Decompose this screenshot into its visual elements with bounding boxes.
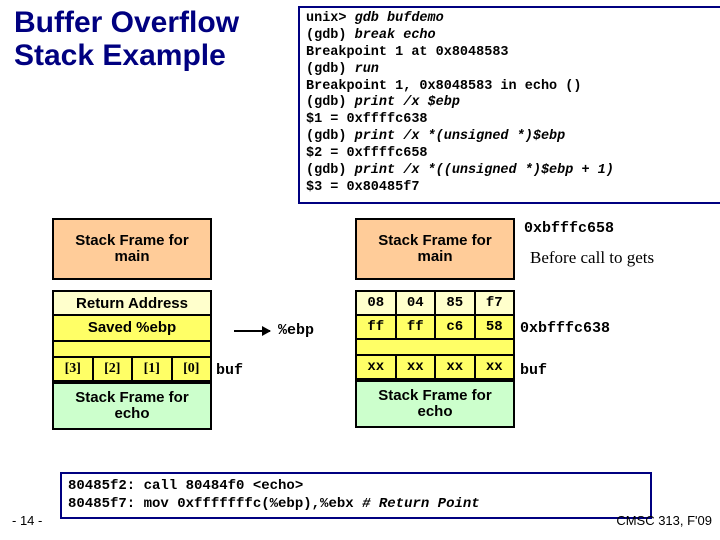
t: unix> [306, 11, 355, 26]
addr-ebp: 0xbfffc638 [520, 320, 610, 337]
ebp-label: %ebp [278, 322, 314, 339]
t: (gdb) [306, 28, 355, 43]
idx: [2] [92, 356, 132, 382]
page-number: - 14 - [12, 513, 42, 528]
gap-r [355, 340, 515, 354]
t: (gdb) [306, 129, 355, 144]
ret-bytes: 08 04 85 f7 [355, 290, 515, 316]
asm-line: 80485f2: call 80484f0 <echo> [68, 478, 644, 496]
b: f7 [474, 290, 516, 316]
b: 04 [395, 290, 435, 316]
t: gdb bufdemo [355, 11, 444, 26]
t: Breakpoint 1, 0x8048583 in echo () [306, 79, 714, 96]
asm-line: 80485f7: mov 0xfffffffc(%ebp),%ebx [68, 496, 362, 512]
b: 58 [474, 314, 516, 340]
t: $2 = 0xffffc658 [306, 146, 714, 163]
b: ff [395, 314, 435, 340]
t: $1 = 0xffffc638 [306, 112, 714, 129]
b: xx [434, 354, 474, 380]
buf-label-left: buf [216, 362, 243, 379]
gdb-session-box: unix> gdb bufdemo (gdb) break echo Break… [298, 6, 720, 204]
frame-main-r: Stack Frame for main [355, 218, 515, 280]
t: Stack Frame for main [359, 233, 511, 265]
t: Stack Frame for main [56, 233, 208, 265]
t: $3 = 0x80485f7 [306, 180, 714, 197]
b: ff [355, 314, 395, 340]
return-address: Return Address [52, 290, 212, 316]
before-label: Before call to gets [530, 248, 654, 268]
frame-main: Stack Frame for main [52, 218, 212, 280]
b: c6 [434, 314, 474, 340]
buf-row: [3] [2] [1] [0] [52, 356, 212, 382]
t: (gdb) [306, 95, 355, 110]
idx: [1] [131, 356, 171, 382]
t: run [355, 62, 379, 77]
idx: [3] [52, 356, 92, 382]
stack-right: Stack Frame for main 08 04 85 f7 ff ff c… [355, 218, 515, 428]
t: Stack Frame for echo [56, 390, 208, 422]
idx: [0] [171, 356, 213, 382]
course-footer: CMSC 313, F'09 [616, 513, 712, 528]
t: print /x *((unsigned *)$ebp + 1) [355, 163, 614, 178]
buf-label-right: buf [520, 362, 547, 379]
b: 08 [355, 290, 395, 316]
gap [52, 342, 212, 356]
b: xx [474, 354, 516, 380]
t: (gdb) [306, 62, 355, 77]
t: Breakpoint 1 at 0x8048583 [306, 45, 714, 62]
t: (gdb) [306, 163, 355, 178]
frame-echo: Stack Frame for echo [52, 382, 212, 430]
slide-title: Buffer Overflow Stack Example [14, 6, 284, 72]
ebp-bytes: ff ff c6 58 [355, 314, 515, 340]
b: xx [355, 354, 395, 380]
stack-left: Stack Frame for main Return Address Save… [52, 218, 212, 430]
addr-main: 0xbfffc658 [524, 220, 614, 237]
t: Stack Frame for echo [359, 388, 511, 420]
buf-bytes: xx xx xx xx [355, 354, 515, 380]
asm-box: 80485f2: call 80484f0 <echo> 80485f7: mo… [60, 472, 652, 519]
b: 85 [434, 290, 474, 316]
t: print /x $ebp [355, 95, 460, 110]
asm-comment: # Return Point [362, 496, 480, 512]
t: print /x *(unsigned *)$ebp [355, 129, 566, 144]
saved-ebp: Saved %ebp [52, 316, 212, 342]
b: xx [395, 354, 435, 380]
t: break echo [355, 28, 436, 43]
ebp-arrow [234, 330, 270, 332]
frame-echo-r: Stack Frame for echo [355, 380, 515, 428]
